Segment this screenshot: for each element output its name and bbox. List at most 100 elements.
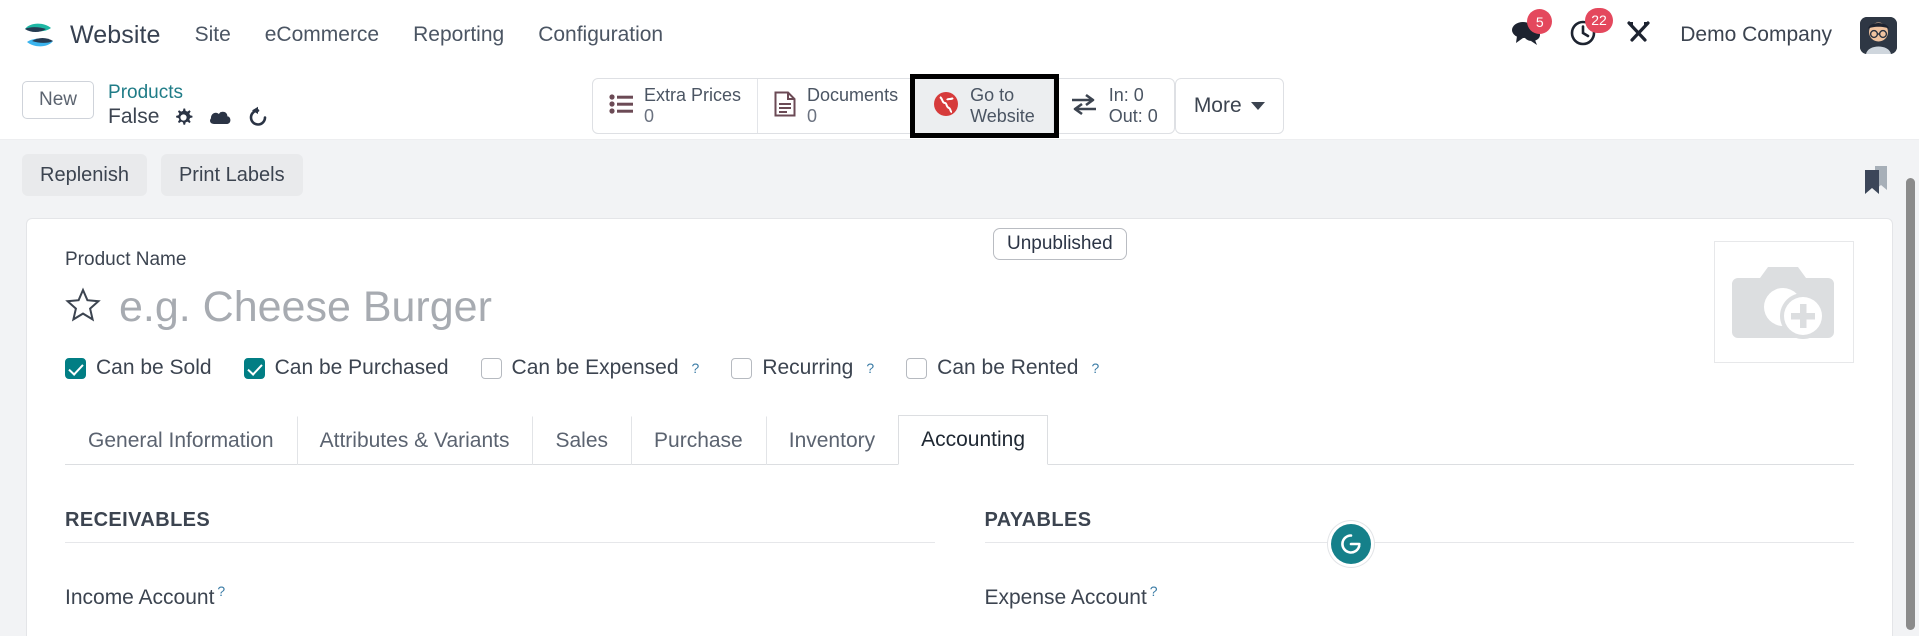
income-account-field: Income Account?: [65, 583, 935, 610]
tab-purchase[interactable]: Purchase: [631, 416, 766, 466]
stat-in-out[interactable]: In: 0 Out: 0: [1054, 79, 1174, 133]
stat-documents-label: Documents: [807, 85, 899, 106]
activities-button[interactable]: 22: [1569, 7, 1613, 52]
control-panel: New Products False Extra Prices 0 Docume…: [0, 70, 1919, 260]
checkbox-can-be-purchased[interactable]: Can be Purchased: [243, 356, 449, 380]
company-menu[interactable]: Demo Company: [1680, 23, 1832, 47]
income-account-label: Income Account: [65, 586, 215, 610]
accounting-tab-pane: RECEIVABLES Income Account? PAYABLES Exp…: [65, 465, 1854, 610]
globe-icon: [933, 91, 959, 122]
stat-extra-prices[interactable]: Extra Prices 0: [593, 79, 759, 133]
stat-extra-prices-label: Extra Prices: [644, 85, 742, 106]
tab-general-information[interactable]: General Information: [65, 416, 297, 465]
payables-group: PAYABLES Expense Account?: [984, 509, 1855, 610]
avatar[interactable]: [1860, 16, 1897, 54]
brand-name[interactable]: Website: [70, 21, 161, 50]
stat-extra-prices-value: 0: [644, 106, 655, 126]
help-icon-recurring[interactable]: ?: [866, 360, 874, 376]
receivables-title: RECEIVABLES: [65, 509, 935, 544]
receivables-group: RECEIVABLES Income Account?: [65, 509, 935, 610]
notebook-tabs: General Information Attributes & Variant…: [65, 414, 1854, 466]
product-image-upload[interactable]: [1714, 240, 1854, 363]
more-dropdown-button[interactable]: More: [1174, 78, 1284, 134]
payables-title: PAYABLES: [984, 509, 1854, 544]
product-name-label: Product Name: [65, 248, 187, 270]
gear-icon[interactable]: [173, 107, 194, 128]
breadcrumb-parent-products[interactable]: Products: [108, 82, 269, 103]
messages-count-badge: 5: [1527, 9, 1553, 34]
help-icon-can-be-expensed[interactable]: ?: [692, 360, 700, 376]
nav-link-configuration[interactable]: Configuration: [538, 23, 663, 47]
camera-add-photo-icon: [1732, 254, 1836, 349]
help-icon-income-account[interactable]: ?: [217, 583, 225, 599]
breadcrumb-current-row: False: [108, 105, 269, 129]
stat-out-value: Out: 0: [1108, 106, 1158, 126]
checkbox-can-be-expensed-box[interactable]: [480, 357, 502, 379]
tab-sales[interactable]: Sales: [532, 416, 631, 466]
replenish-button[interactable]: Replenish: [22, 153, 147, 196]
new-record-button[interactable]: New: [22, 81, 95, 119]
stat-go-to-website-label-line1: Go to: [970, 85, 1015, 106]
checkbox-can-be-rented[interactable]: Can be Rented ?: [906, 356, 1099, 380]
nav-link-ecommerce[interactable]: eCommerce: [265, 23, 379, 47]
nav-link-reporting[interactable]: Reporting: [413, 23, 504, 47]
navbar-right-tools: 5 22 Demo Company: [1511, 7, 1897, 54]
unpublished-tooltip: Unpublished: [993, 228, 1127, 260]
stat-documents[interactable]: Documents 0: [758, 79, 916, 133]
product-name-input[interactable]: [119, 282, 879, 333]
cloud-upload-icon[interactable]: [208, 107, 233, 127]
checkbox-can-be-expensed-label: Can be Expensed: [511, 356, 679, 380]
checkbox-can-be-purchased-box[interactable]: [243, 357, 265, 379]
breadcrumb: Products False: [108, 81, 269, 129]
list-icon: [609, 93, 633, 119]
action-buttons-bar: Replenish Print Labels: [0, 138, 1919, 208]
tab-inventory[interactable]: Inventory: [765, 416, 898, 466]
product-flags-row: Can be Sold Can be Purchased Can be Expe…: [65, 356, 1854, 380]
help-icon-can-be-rented[interactable]: ?: [1091, 360, 1099, 376]
breadcrumb-current-record: False: [108, 105, 160, 129]
expense-account-field: Expense Account?: [985, 583, 1855, 610]
activities-count-badge: 22: [1585, 7, 1613, 33]
messages-button[interactable]: 5: [1511, 9, 1553, 50]
checkbox-recurring[interactable]: Recurring ?: [731, 356, 874, 380]
product-name-row: [65, 282, 1854, 333]
grammarly-icon[interactable]: [1331, 523, 1371, 564]
odoo-product-form-page: Website Site eCommerce Reporting Configu…: [0, 0, 1919, 636]
top-navbar: Website Site eCommerce Reporting Configu…: [0, 0, 1919, 70]
checkbox-recurring-box[interactable]: [731, 357, 753, 379]
control-panel-left: New Products False: [22, 78, 269, 129]
nav-link-site[interactable]: Site: [195, 23, 231, 47]
checkbox-can-be-purchased-label: Can be Purchased: [274, 356, 449, 380]
checkbox-can-be-rented-box[interactable]: [906, 357, 928, 379]
expense-account-label: Expense Account: [984, 586, 1147, 610]
help-icon-expense-account[interactable]: ?: [1150, 583, 1158, 599]
stat-go-to-website[interactable]: Go to Website: [910, 74, 1059, 138]
stat-documents-value: 0: [807, 106, 818, 126]
checkbox-can-be-sold-label: Can be Sold: [96, 356, 212, 380]
more-dropdown-label: More: [1193, 94, 1242, 117]
document-icon: [774, 91, 796, 122]
vertical-scrollbar[interactable]: [1906, 178, 1915, 630]
main-nav: Site eCommerce Reporting Configuration: [195, 23, 664, 47]
stat-buttons-bar: Extra Prices 0 Documents 0 Go to Website…: [592, 74, 1284, 138]
crossed-tools-icon[interactable]: [1625, 19, 1652, 51]
checkbox-can-be-expensed[interactable]: Can be Expensed ?: [480, 356, 700, 380]
tab-attributes-variants[interactable]: Attributes & Variants: [296, 416, 533, 466]
print-labels-button[interactable]: Print Labels: [160, 153, 303, 196]
checkbox-can-be-sold-box[interactable]: [65, 357, 86, 379]
stat-button-group: Extra Prices 0 Documents 0 Go to Website…: [592, 74, 1175, 138]
stat-go-to-website-label-line2: Website: [970, 106, 1035, 126]
star-outline-icon[interactable]: [65, 287, 101, 328]
undo-icon[interactable]: [247, 106, 269, 128]
checkbox-can-be-sold[interactable]: Can be Sold: [65, 356, 212, 380]
form-sheet: Product Name Can be Sold Can be Purchase…: [26, 217, 1893, 636]
exchange-arrows-icon: [1070, 92, 1098, 121]
form-sheet-wrapper: Product Name Can be Sold Can be Purchase…: [0, 207, 1919, 636]
tab-accounting[interactable]: Accounting: [898, 415, 1049, 466]
bookmark-icon[interactable]: [1863, 162, 1889, 199]
odoo-website-logo-icon[interactable]: [22, 18, 56, 52]
checkbox-can-be-rented-label: Can be Rented: [937, 356, 1079, 380]
stat-in-value: In: 0: [1108, 85, 1144, 106]
chevron-down-icon: [1250, 102, 1265, 110]
checkbox-recurring-label: Recurring: [762, 356, 854, 380]
